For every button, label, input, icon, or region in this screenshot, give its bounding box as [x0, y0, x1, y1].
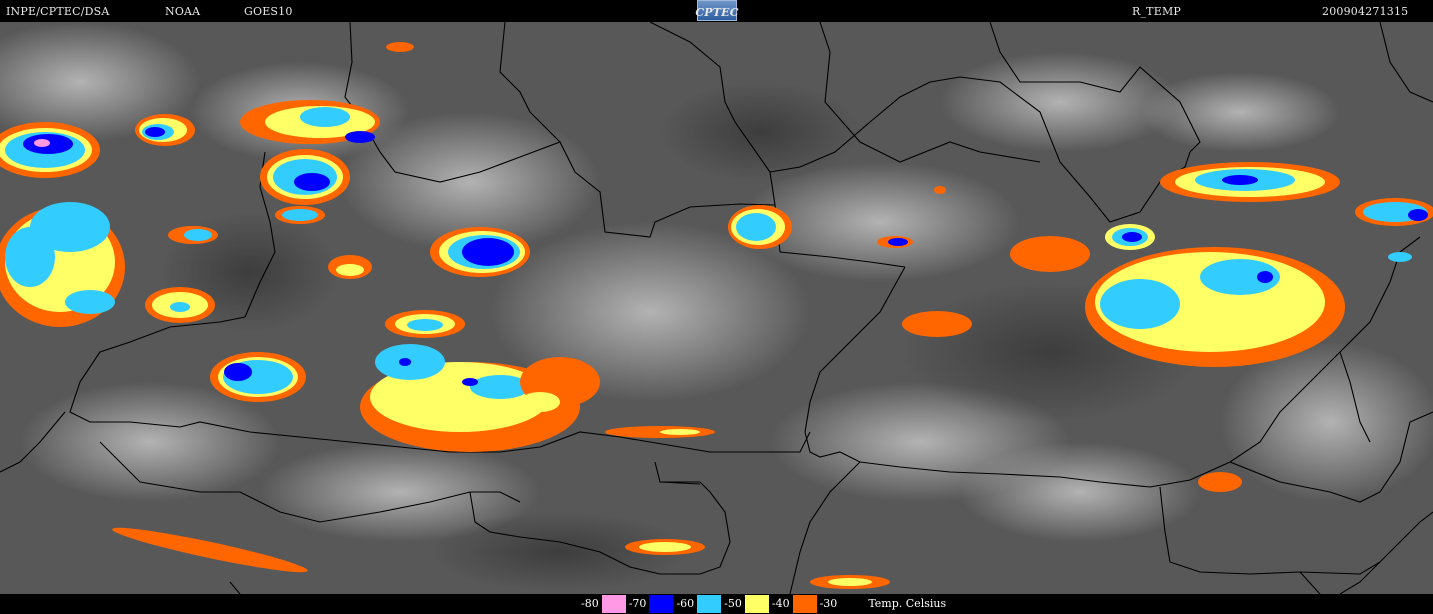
storm-cell — [386, 42, 414, 52]
color-legend: -80 -70 -60 -50 -40 -30 Temp. Celsius — [578, 595, 947, 613]
storm-cell — [210, 352, 306, 402]
legend-item: -70 — [625, 595, 674, 613]
legend-units: Temp. Celsius — [868, 597, 947, 610]
cptec-logo: CPTEC — [695, 0, 739, 21]
storm-cell — [1198, 472, 1242, 492]
legend-label: -30 — [816, 595, 841, 613]
storm-cell — [902, 311, 972, 337]
storm-cell — [625, 539, 705, 555]
storm-cell — [240, 100, 380, 144]
legend-item: -40 — [768, 595, 817, 613]
legend-swatch — [840, 595, 865, 613]
legend-item: -60 — [673, 595, 722, 613]
legend-swatch — [649, 595, 674, 613]
logo-text: CPTEC — [695, 6, 739, 19]
storm-cell — [1010, 236, 1090, 272]
legend-item: -50 — [721, 595, 769, 613]
legend-label: -70 — [625, 595, 650, 613]
storm-cell — [728, 205, 792, 249]
storm-cell — [385, 310, 465, 338]
legend-item: -30 — [816, 595, 865, 613]
satellite-label: GOES10 — [244, 5, 293, 18]
storm-cell — [877, 236, 913, 248]
legend-swatch — [744, 595, 769, 613]
legend-label: -80 — [578, 595, 602, 613]
storm-cell — [168, 226, 218, 244]
legend-swatch — [697, 595, 722, 613]
legend-label: -50 — [721, 595, 745, 613]
storm-cell — [328, 255, 372, 279]
storm-cell — [145, 287, 215, 323]
storm-cell — [1160, 162, 1340, 202]
storm-cell — [605, 426, 715, 438]
storm-cell — [1355, 198, 1433, 226]
storm-cell — [0, 202, 125, 327]
satellite-map — [0, 22, 1433, 594]
storm-cell — [135, 114, 195, 146]
storm-cell — [430, 227, 530, 277]
legend-item: -80 — [578, 595, 626, 613]
legend-label: -40 — [768, 595, 793, 613]
product-label: R_TEMP — [1132, 5, 1182, 18]
legend-label: -60 — [673, 595, 698, 613]
agency-label: INPE/CPTEC/DSA — [6, 5, 110, 18]
storm-cell — [1388, 252, 1412, 262]
storm-cell — [260, 149, 350, 205]
legend-swatch — [792, 595, 817, 613]
storm-cell — [810, 575, 890, 589]
storm-cell — [275, 206, 325, 224]
timestamp-label: 200904271315 — [1322, 5, 1409, 18]
provider-label: NOAA — [165, 5, 201, 18]
storm-cell — [934, 186, 946, 194]
header-bar: INPE/CPTEC/DSA NOAA GOES10 CPTEC R_TEMP … — [0, 0, 1433, 22]
legend-swatch — [601, 595, 626, 613]
